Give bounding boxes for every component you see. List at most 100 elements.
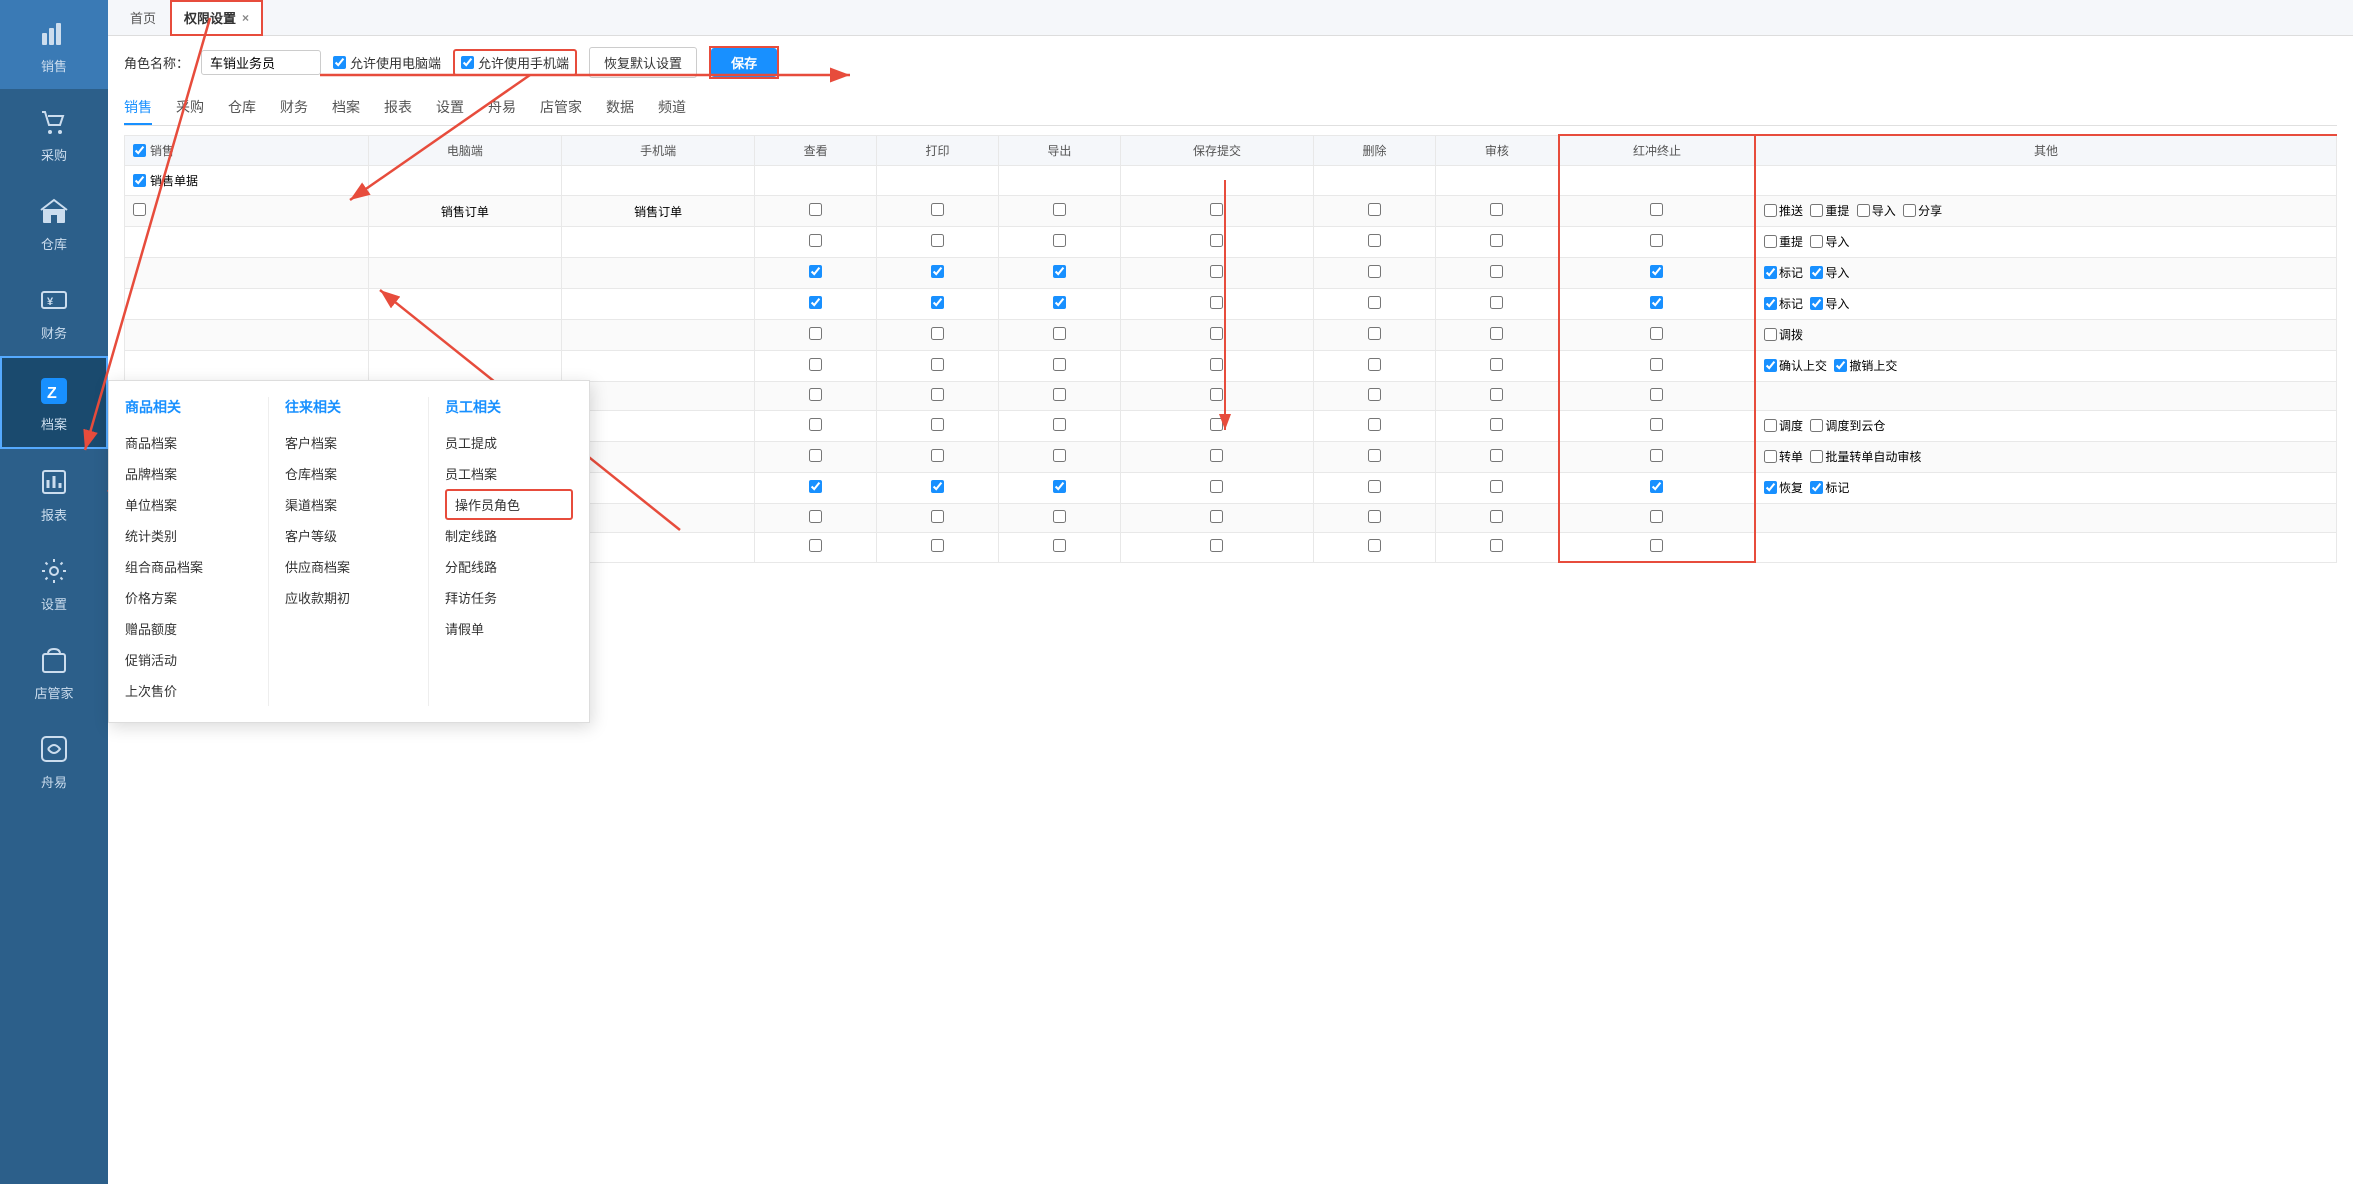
- r9-del-cb[interactable]: [1368, 418, 1381, 431]
- r10-red-cb[interactable]: [1650, 449, 1663, 462]
- r3-view-cb[interactable]: [809, 234, 822, 247]
- r12-view-cb[interactable]: [809, 510, 822, 523]
- r3-export-cb[interactable]: [1053, 234, 1066, 247]
- r2-retry-cb[interactable]: [1810, 204, 1823, 217]
- nav-tab-sales[interactable]: 销售: [124, 91, 152, 125]
- tab-permissions[interactable]: 权限设置 ×: [170, 0, 263, 36]
- r13-print-cb[interactable]: [931, 539, 944, 552]
- r7-print-cb[interactable]: [931, 358, 944, 371]
- dropdown-item-promo[interactable]: 促销活动: [125, 644, 252, 675]
- dropdown-item-staff-archive[interactable]: 员工档案: [445, 458, 573, 489]
- r10-del-cb[interactable]: [1368, 449, 1381, 462]
- r6-save-cb[interactable]: [1210, 327, 1223, 340]
- r7-save-cb[interactable]: [1210, 358, 1223, 371]
- sidebar-item-purchase[interactable]: 采购: [0, 89, 108, 178]
- r12-review-cb[interactable]: [1490, 510, 1503, 523]
- dropdown-item-warehouse-archive[interactable]: 仓库档案: [285, 458, 412, 489]
- r2-print-cb[interactable]: [931, 203, 944, 216]
- dropdown-item-leave-form[interactable]: 请假单: [445, 613, 573, 644]
- sidebar-item-sales[interactable]: 销售: [0, 0, 108, 89]
- r13-del-cb[interactable]: [1368, 539, 1381, 552]
- r9-export-cb[interactable]: [1053, 418, 1066, 431]
- sidebar-item-shopkeeper[interactable]: 店管家: [0, 627, 108, 716]
- nav-tab-danyibox[interactable]: 舟易: [488, 91, 516, 125]
- r9-save-cb[interactable]: [1210, 418, 1223, 431]
- nav-tab-channel[interactable]: 频道: [658, 91, 686, 125]
- r2-red-cb[interactable]: [1650, 203, 1663, 216]
- dropdown-item-route-assign[interactable]: 分配线路: [445, 551, 573, 582]
- r3-del-cb[interactable]: [1368, 234, 1381, 247]
- r11-mark-cb[interactable]: [1810, 481, 1823, 494]
- sidebar-item-archive[interactable]: Z 档案: [0, 356, 108, 449]
- r6-red-cb[interactable]: [1650, 327, 1663, 340]
- r13-red-cb[interactable]: [1650, 539, 1663, 552]
- sidebar-item-warehouse[interactable]: 仓库: [0, 178, 108, 267]
- r11-review-cb[interactable]: [1490, 480, 1503, 493]
- dropdown-item-channel-archive[interactable]: 渠道档案: [285, 489, 412, 520]
- r6-del-cb[interactable]: [1368, 327, 1381, 340]
- r11-print-cb[interactable]: [931, 480, 944, 493]
- r6-print-cb[interactable]: [931, 327, 944, 340]
- r9-print-cb[interactable]: [931, 418, 944, 431]
- r11-del-cb[interactable]: [1368, 480, 1381, 493]
- r5-import-cb[interactable]: [1810, 297, 1823, 310]
- r2-import-cb[interactable]: [1857, 204, 1870, 217]
- r4-save-cb[interactable]: [1210, 265, 1223, 278]
- r3-save-cb[interactable]: [1210, 234, 1223, 247]
- r12-print-cb[interactable]: [931, 510, 944, 523]
- r8-print-cb[interactable]: [931, 388, 944, 401]
- r5-save-cb[interactable]: [1210, 296, 1223, 309]
- r2-push-cb[interactable]: [1764, 204, 1777, 217]
- r3-review-cb[interactable]: [1490, 234, 1503, 247]
- nav-tab-data[interactable]: 数据: [606, 91, 634, 125]
- r5-mark-cb[interactable]: [1764, 297, 1777, 310]
- r8-red-cb[interactable]: [1650, 388, 1663, 401]
- dropdown-item-visit-task[interactable]: 拜访任务: [445, 582, 573, 613]
- r2-review-cb[interactable]: [1490, 203, 1503, 216]
- dropdown-item-brand-archive[interactable]: 品牌档案: [125, 458, 252, 489]
- r10-export-cb[interactable]: [1053, 449, 1066, 462]
- r2-export-cb[interactable]: [1053, 203, 1066, 216]
- save-button[interactable]: 保存: [711, 48, 777, 77]
- r7-review-cb[interactable]: [1490, 358, 1503, 371]
- nav-tab-report[interactable]: 报表: [384, 91, 412, 125]
- tab-home[interactable]: 首页: [116, 0, 170, 36]
- r7-red-cb[interactable]: [1650, 358, 1663, 371]
- dropdown-item-customer-level[interactable]: 客户等级: [285, 520, 412, 551]
- r12-export-cb[interactable]: [1053, 510, 1066, 523]
- r8-view-cb[interactable]: [809, 388, 822, 401]
- r6-transfer-cb[interactable]: [1764, 328, 1777, 341]
- r6-view-cb[interactable]: [809, 327, 822, 340]
- r4-red-cb[interactable]: [1650, 265, 1663, 278]
- header-sales-checkbox[interactable]: [133, 144, 146, 157]
- r3-retry-cb[interactable]: [1764, 235, 1777, 248]
- r8-save-cb[interactable]: [1210, 388, 1223, 401]
- nav-tab-archive[interactable]: 档案: [332, 91, 360, 125]
- sidebar-item-settings[interactable]: 设置: [0, 538, 108, 627]
- nav-tab-purchase[interactable]: 采购: [176, 91, 204, 125]
- nav-tab-finance[interactable]: 财务: [280, 91, 308, 125]
- r4-import-cb[interactable]: [1810, 266, 1823, 279]
- r11-save-cb[interactable]: [1210, 480, 1223, 493]
- nav-tab-settings[interactable]: 设置: [436, 91, 464, 125]
- r2-del-cb[interactable]: [1368, 203, 1381, 216]
- r4-del-cb[interactable]: [1368, 265, 1381, 278]
- r6-review-cb[interactable]: [1490, 327, 1503, 340]
- r11-view-cb[interactable]: [809, 480, 822, 493]
- r4-print-cb[interactable]: [931, 265, 944, 278]
- r5-review-cb[interactable]: [1490, 296, 1503, 309]
- r4-review-cb[interactable]: [1490, 265, 1503, 278]
- sidebar-item-danyibox[interactable]: 舟易: [0, 716, 108, 805]
- sidebar-item-report[interactable]: 报表: [0, 449, 108, 538]
- r10-print-cb[interactable]: [931, 449, 944, 462]
- dropdown-item-unit-archive[interactable]: 单位档案: [125, 489, 252, 520]
- dropdown-item-last-price[interactable]: 上次售价: [125, 675, 252, 706]
- r12-save-cb[interactable]: [1210, 510, 1223, 523]
- r11-restore-cb[interactable]: [1764, 481, 1777, 494]
- r2-view-cb[interactable]: [809, 203, 822, 216]
- r13-save-cb[interactable]: [1210, 539, 1223, 552]
- dropdown-item-goods-archive[interactable]: 商品档案: [125, 427, 252, 458]
- r7-view-cb[interactable]: [809, 358, 822, 371]
- r9-red-cb[interactable]: [1650, 418, 1663, 431]
- r10-view-cb[interactable]: [809, 449, 822, 462]
